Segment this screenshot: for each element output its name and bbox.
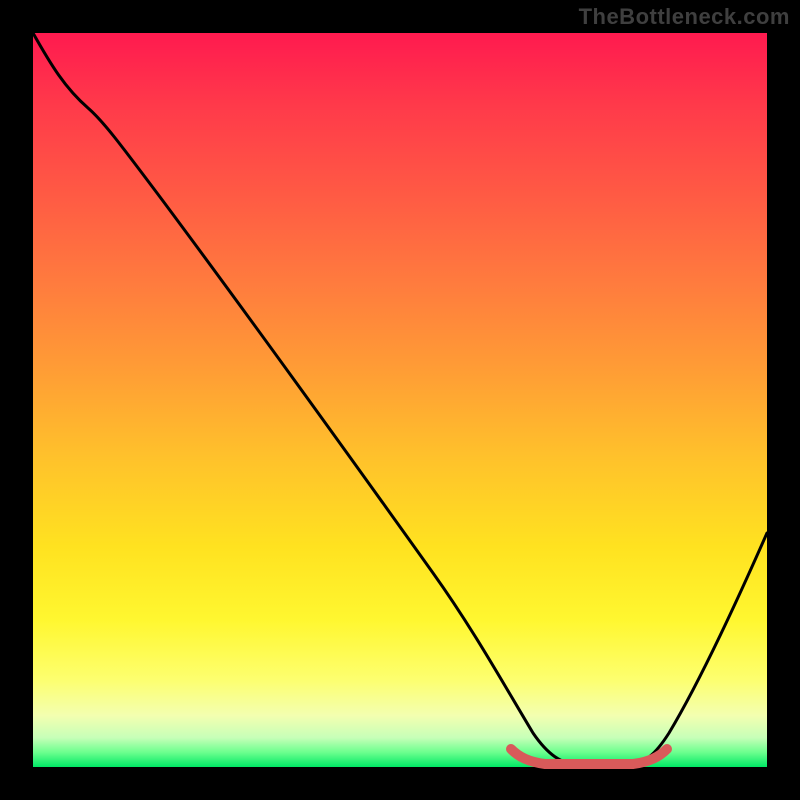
bottleneck-curve-svg [33,33,767,767]
bottleneck-curve-path [33,33,767,767]
bottleneck-gradient-plot [33,33,767,767]
optimal-range-marker-path [511,749,667,764]
watermark-text: TheBottleneck.com [579,4,790,30]
chart-frame: TheBottleneck.com [0,0,800,800]
